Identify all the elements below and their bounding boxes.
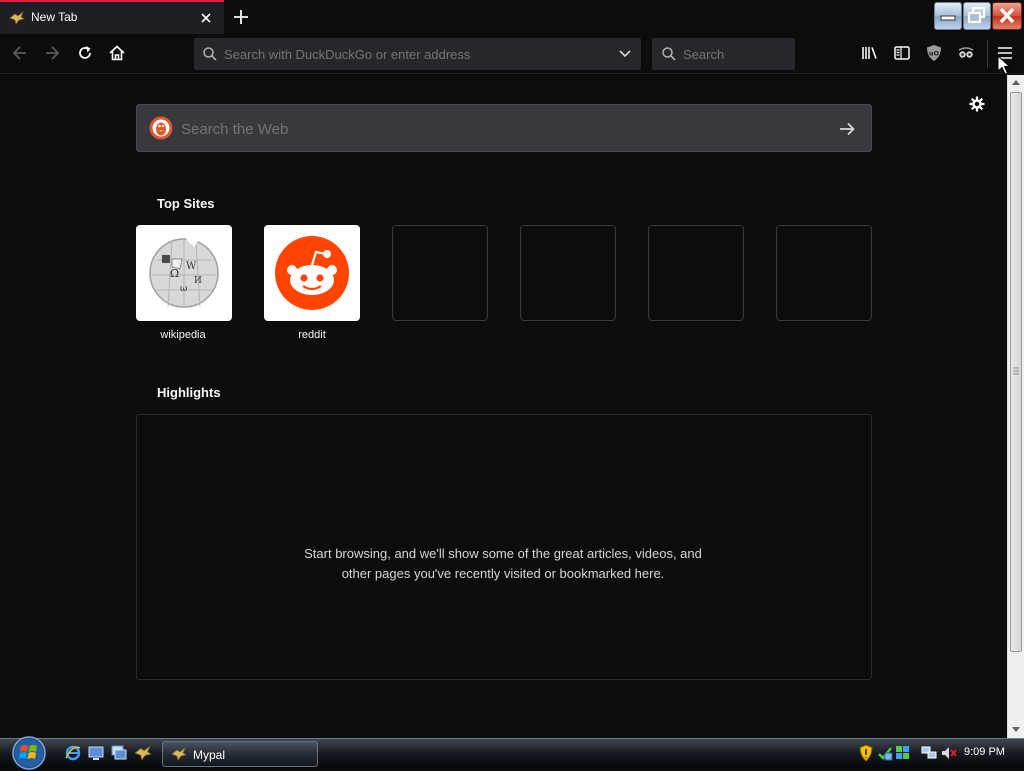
action-center-flag-icon[interactable] — [894, 744, 912, 762]
gear-icon[interactable] — [968, 95, 986, 113]
web-search-box[interactable] — [136, 104, 872, 152]
top-site-tile-wikipedia[interactable]: Ω W И ω — [136, 225, 232, 321]
security-shield-icon[interactable] — [857, 744, 875, 762]
forward-arrow-icon[interactable] — [42, 43, 62, 63]
search-bar[interactable] — [652, 38, 795, 70]
scrollbar-thumb[interactable] — [1010, 92, 1022, 652]
ublock-shield-icon[interactable]: uO — [924, 43, 944, 63]
top-site-tile-empty[interactable] — [776, 225, 872, 321]
tab-bar: New Tab — [0, 0, 1024, 34]
svg-text:uO: uO — [929, 50, 940, 58]
top-site-label[interactable]: wikipedia — [135, 329, 231, 341]
highlights-heading: Highlights — [157, 385, 221, 400]
internet-explorer-icon[interactable] — [64, 744, 82, 762]
svg-text:W: W — [186, 261, 197, 272]
show-desktop-icon[interactable] — [87, 744, 105, 762]
new-tab-plus-icon[interactable] — [230, 6, 252, 28]
windows-taskbar: Mypal 9:09 PM — [0, 735, 1024, 771]
mypal-bird-icon[interactable] — [134, 744, 152, 762]
top-sites-heading: Top Sites — [157, 196, 215, 211]
search-icon — [203, 47, 217, 61]
window-minimize-button[interactable] — [934, 2, 962, 30]
back-arrow-icon[interactable] — [10, 43, 30, 63]
wikipedia-globe-icon: Ω W И ω — [149, 237, 219, 308]
window-restore-button[interactable] — [963, 2, 991, 30]
mouse-cursor-icon — [997, 55, 1011, 75]
address-bar[interactable] — [194, 38, 641, 70]
top-site-tile-empty[interactable] — [392, 225, 488, 321]
search-icon — [662, 47, 676, 61]
address-input[interactable] — [224, 45, 604, 63]
switch-windows-icon[interactable] — [110, 744, 128, 762]
svg-text:ω: ω — [180, 284, 187, 294]
top-site-label[interactable]: reddit — [264, 329, 360, 341]
extension-eyes-icon[interactable] — [956, 43, 976, 63]
web-search-input[interactable] — [181, 119, 821, 139]
minimize-icon — [940, 15, 956, 21]
svg-text:И: И — [194, 276, 202, 286]
scroll-up-arrow-icon[interactable] — [1011, 78, 1021, 86]
taskbar-clock[interactable]: 9:09 PM — [964, 746, 1005, 758]
toolbar-separator — [987, 40, 988, 68]
taskbar-button-label: Mypal — [193, 748, 226, 762]
mypal-bird-icon — [9, 11, 25, 25]
top-site-tile-empty[interactable] — [648, 225, 744, 321]
top-site-tile-reddit[interactable] — [264, 225, 360, 321]
close-tab-icon[interactable] — [198, 10, 214, 26]
grip-icon — [1013, 367, 1019, 375]
tab-new-tab[interactable]: New Tab — [0, 0, 224, 34]
arrow-right-icon[interactable] — [837, 119, 857, 139]
chevron-down-icon[interactable] — [618, 48, 632, 60]
window-close-button[interactable] — [992, 2, 1022, 30]
close-window-icon — [999, 7, 1015, 24]
mypal-bird-icon — [171, 747, 187, 761]
library-icon[interactable] — [860, 43, 880, 63]
scroll-down-arrow-icon[interactable] — [1011, 726, 1021, 734]
reload-icon[interactable] — [75, 43, 95, 63]
vertical-scrollbar[interactable] — [1007, 75, 1024, 739]
home-icon[interactable] — [107, 43, 127, 63]
taskbar-button-mypal[interactable]: Mypal — [162, 741, 318, 767]
svg-text:Ω: Ω — [170, 267, 179, 280]
restore-icon — [967, 6, 986, 24]
volume-muted-icon[interactable] — [940, 744, 958, 762]
tab-title: New Tab — [31, 10, 78, 24]
network-icon[interactable] — [920, 744, 938, 762]
highlights-empty-message: Start browsing, and we'll show some of t… — [304, 546, 702, 581]
search-input[interactable] — [683, 45, 788, 63]
windows-start-orb-icon[interactable] — [7, 735, 51, 771]
sidebar-icon[interactable] — [892, 43, 912, 63]
top-site-tile-empty[interactable] — [520, 225, 616, 321]
safely-remove-hardware-icon[interactable] — [876, 744, 894, 762]
navigation-toolbar: uO — [0, 34, 1024, 75]
reddit-logo-icon — [275, 236, 349, 310]
duckduckgo-logo-icon — [149, 116, 173, 140]
